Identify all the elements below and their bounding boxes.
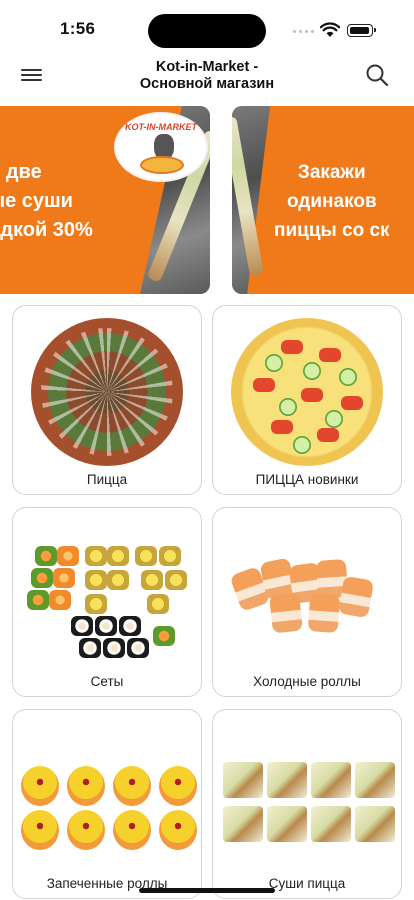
brand-logo: KOT-IN-MARKET	[114, 112, 208, 182]
cellular-signal-icon	[293, 30, 315, 35]
category-label: ПИЦЦА новинки	[255, 472, 359, 487]
pizza-icon	[140, 156, 184, 174]
dynamic-island	[148, 14, 266, 48]
store-subtitle: Основной магазин	[139, 76, 275, 92]
category-card-pizza[interactable]: Пицца	[12, 305, 202, 495]
navigation-bar: Kot-in-Market - Основной магазин	[0, 56, 414, 104]
page-title: Kot-in-Market - Основной магазин	[100, 59, 314, 93]
status-bar: 1:56	[0, 0, 414, 56]
category-grid: Пицца ПИЦЦА новинки Сеты Холодные роллы …	[12, 305, 402, 899]
category-card-cold-rolls[interactable]: Холодные роллы	[212, 507, 402, 697]
promo-banner-1-text: и две ые суши идкой 30%	[0, 161, 93, 241]
battery-icon	[347, 24, 376, 37]
promo-banner-1[interactable]: и две ые суши идкой 30% KOT-IN-MARKET	[0, 106, 210, 294]
category-card-pizza-new[interactable]: ПИЦЦА новинки	[212, 305, 402, 495]
category-label: Холодные роллы	[253, 674, 361, 689]
promo-banner-2-text: Закажи одинаков пиццы со ск	[274, 162, 390, 241]
promo-banner-2[interactable]: Закажи одинаков пиццы со ск	[232, 106, 414, 294]
menu-button[interactable]	[18, 64, 48, 86]
hamburger-icon	[21, 69, 42, 71]
sushi-pizza-image	[213, 710, 401, 870]
cold-rolls-image	[213, 508, 401, 668]
baked-rolls-image	[13, 710, 201, 870]
pizza-image	[213, 306, 401, 466]
search-button[interactable]	[364, 62, 390, 88]
category-card-baked-rolls[interactable]: Запеченные роллы	[12, 709, 202, 899]
sushi-set-image	[13, 508, 201, 668]
promo-carousel[interactable]: и две ые суши идкой 30% KOT-IN-MARKET За…	[0, 106, 414, 296]
category-card-sets[interactable]: Сеты	[12, 507, 202, 697]
status-time: 1:56	[60, 19, 96, 38]
pizza-image	[13, 306, 201, 466]
home-indicator[interactable]	[139, 888, 275, 893]
category-label: Сеты	[90, 674, 124, 689]
wifi-icon	[320, 22, 340, 37]
category-card-sushi-pizza[interactable]: Суши пицца	[212, 709, 402, 899]
store-name: Kot-in-Market -	[155, 59, 259, 75]
category-label: Пицца	[86, 472, 128, 487]
